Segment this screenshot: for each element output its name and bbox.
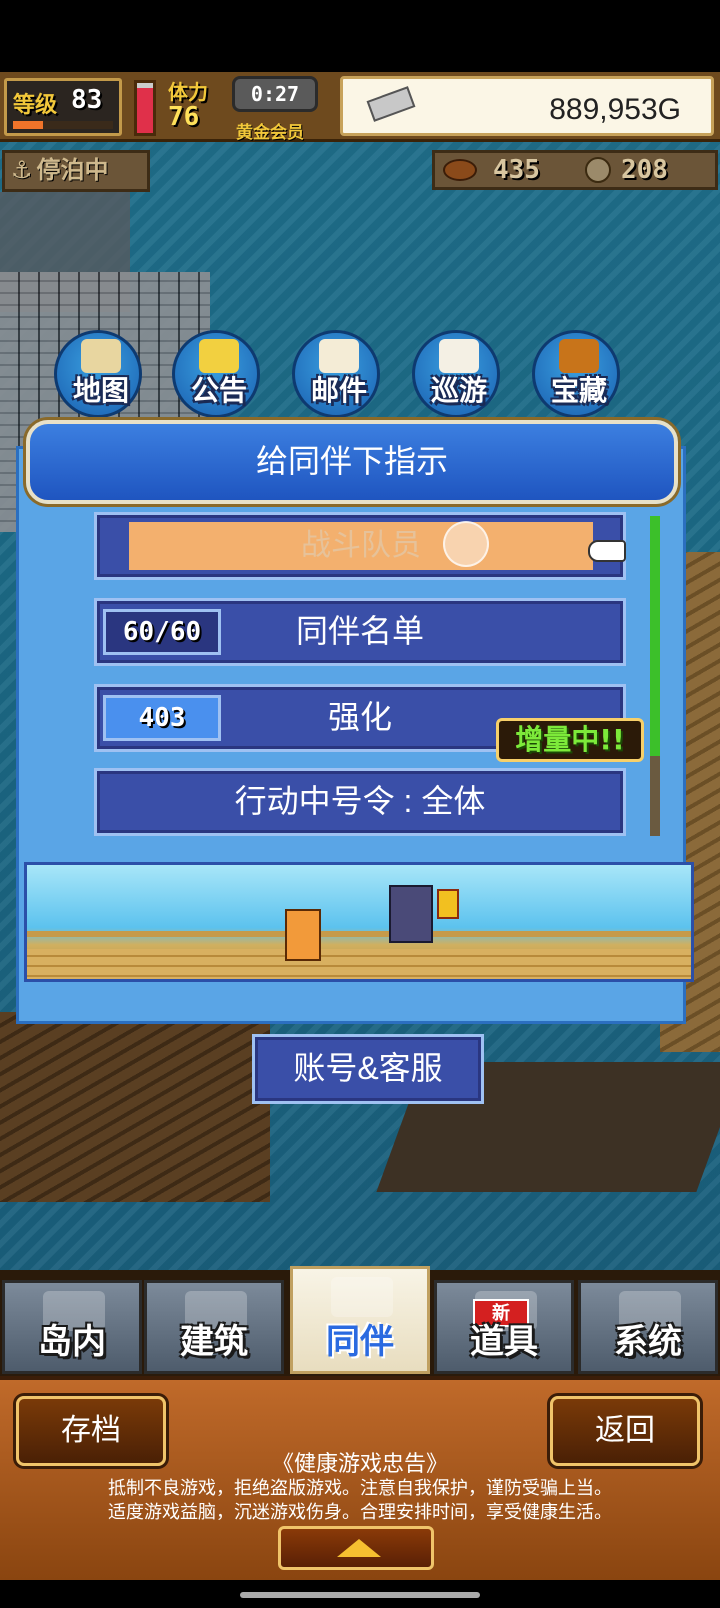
tab-companions[interactable]: 同伴 xyxy=(290,1266,430,1374)
deck-rail xyxy=(27,931,691,937)
menu-companion-list-label: 同伴名单 xyxy=(295,613,424,649)
stamina-timer: 0:27 xyxy=(232,76,318,112)
signboard-icon xyxy=(199,339,239,373)
touch-indicator xyxy=(443,521,489,567)
menu-action-order-label: 行动中号令 : 全体 xyxy=(234,783,486,819)
tab-system[interactable]: 系统 xyxy=(578,1280,718,1374)
ship-icon xyxy=(439,339,479,373)
tab-build-label: 建筑 xyxy=(180,1322,248,1362)
dock-left xyxy=(0,1012,270,1202)
companions-icon xyxy=(331,1277,393,1317)
top-hud: 等级 83 体力 76 0:27 黄金会员 889,953G xyxy=(0,72,720,143)
quick-treasure-label: 宝藏 xyxy=(550,374,607,407)
quick-cruise-button[interactable]: 巡游 xyxy=(412,330,500,418)
menu-battle-members-label: 战斗队员 xyxy=(129,522,593,570)
quick-notice-button[interactable]: 公告 xyxy=(172,330,260,418)
tab-island-label: 岛内 xyxy=(38,1322,106,1362)
enhance-count-badge: 403 xyxy=(103,695,221,741)
stamina-gauge xyxy=(134,80,156,136)
quick-cruise-label: 巡游 xyxy=(430,374,487,407)
quick-map-label: 地图 xyxy=(72,374,129,407)
mail-icon xyxy=(319,339,359,373)
pointer-hand-icon xyxy=(588,540,626,562)
status-docked: ⚓ 停泊中 xyxy=(2,150,150,192)
quick-mail-label: 邮件 xyxy=(310,374,367,407)
cat-character xyxy=(285,909,321,961)
system-nav-bar xyxy=(0,1580,720,1608)
tab-items[interactable]: 新 道具 xyxy=(434,1280,574,1374)
coin-value: 208 xyxy=(621,155,668,185)
dialog-title: 给同伴下指示 xyxy=(255,443,448,479)
health-notice-line-1: 抵制不良游戏，拒绝盗版游戏。注意自我保护，谨防受骗上当。 xyxy=(108,1478,612,1498)
dialog-scrollbar[interactable] xyxy=(650,516,660,836)
money-panel[interactable]: 889,953G xyxy=(340,76,714,136)
arrow-up-icon xyxy=(337,1539,381,1557)
quick-map-button[interactable]: 地图 xyxy=(54,330,142,418)
coin-icon xyxy=(585,157,611,183)
deck-scene xyxy=(24,862,694,982)
stamina-value: 76 xyxy=(168,102,200,132)
quick-treasure-button[interactable]: 宝藏 xyxy=(532,330,620,418)
quick-notice-label: 公告 xyxy=(190,374,247,407)
menu-action-order[interactable]: 行动中号令 : 全体 xyxy=(94,768,626,836)
expand-up-button[interactable] xyxy=(278,1526,434,1570)
tab-island[interactable]: 岛内 xyxy=(2,1280,142,1374)
account-support-button[interactable]: 账号&客服 xyxy=(252,1034,484,1104)
bird-character xyxy=(437,889,459,919)
quick-menu: 地图 公告 邮件 巡游 宝藏 xyxy=(54,330,654,420)
tab-system-label: 系统 xyxy=(614,1322,682,1362)
boost-badge: 增量中!! xyxy=(496,718,644,762)
health-notice-line-2: 适度游戏益脑，沉迷游戏伤身。合理安排时间，享受健康生活。 xyxy=(108,1502,612,1522)
status-text: 停泊中 xyxy=(36,156,109,184)
dialog-title-banner: 给同伴下指示 xyxy=(26,420,678,504)
silver-bar-icon xyxy=(366,86,416,122)
tab-companions-label: 同伴 xyxy=(326,1322,394,1362)
money-value: 889,953G xyxy=(549,93,681,126)
anchor-icon: ⚓ xyxy=(11,156,33,184)
food-value: 435 xyxy=(493,155,540,185)
deck-floor xyxy=(27,949,691,979)
scrollbar-thumb[interactable] xyxy=(650,516,660,756)
bottom-tab-bar: 岛内 建筑 同伴 新 道具 系统 xyxy=(0,1266,720,1376)
resources-panel: 435 208 xyxy=(432,150,718,190)
tab-build[interactable]: 建筑 xyxy=(144,1280,284,1374)
level-label: 等级 xyxy=(13,93,58,118)
quick-mail-button[interactable]: 邮件 xyxy=(292,330,380,418)
menu-enhance-label: 强化 xyxy=(327,699,392,735)
level-progress-bar xyxy=(13,121,113,129)
knight-character xyxy=(389,885,433,943)
membership-badge[interactable]: 黄金会员 xyxy=(236,118,304,143)
food-icon xyxy=(443,159,477,181)
companion-count-badge: 60/60 xyxy=(103,609,221,655)
menu-battle-members[interactable]: 战斗队员 xyxy=(94,512,626,580)
level-panel: 等级 83 xyxy=(4,78,122,136)
status-bar-area xyxy=(0,0,720,72)
treasure-chest-icon xyxy=(559,339,599,373)
home-indicator[interactable] xyxy=(240,1592,480,1598)
footer-panel: 存档 返回 《健康游戏忠告》 抵制不良游戏，拒绝盗版游戏。注意自我保护，谨防受骗… xyxy=(0,1376,720,1580)
level-value: 83 xyxy=(71,85,103,115)
tab-items-label: 道具 xyxy=(470,1322,538,1362)
stamina-label: 体力 xyxy=(168,80,208,104)
map-icon xyxy=(81,339,121,373)
menu-companion-list[interactable]: 60/60 同伴名单 xyxy=(94,598,626,666)
